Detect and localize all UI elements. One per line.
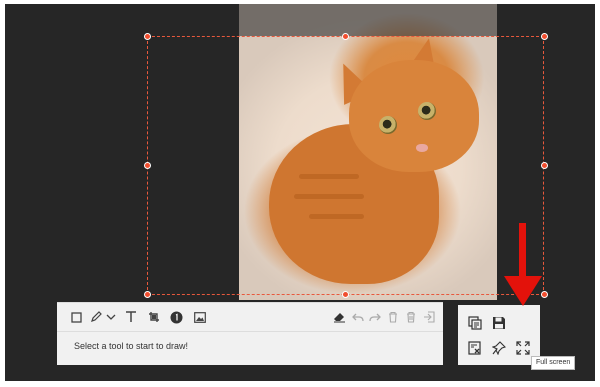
number-tool[interactable] bbox=[168, 309, 184, 325]
annotation-arrow-head bbox=[504, 276, 542, 306]
resize-handle-right[interactable] bbox=[541, 162, 548, 169]
save-button[interactable] bbox=[490, 314, 508, 332]
delete-button[interactable] bbox=[385, 309, 401, 325]
annotation-arrow-shaft bbox=[519, 223, 526, 279]
floppy-icon bbox=[493, 317, 505, 329]
text-icon bbox=[126, 311, 136, 322]
pen-tool[interactable] bbox=[88, 309, 104, 325]
copy-button[interactable] bbox=[466, 314, 484, 332]
hint-text: Select a tool to start to draw! bbox=[74, 341, 189, 351]
resize-handle-bottom-right[interactable] bbox=[541, 291, 548, 298]
numbered-marker-icon bbox=[170, 311, 182, 323]
exit-icon bbox=[424, 311, 435, 323]
drawing-toolbar: Select a tool to start to draw! bbox=[57, 302, 443, 365]
tool-row bbox=[57, 303, 443, 332]
resize-handle-bottom-left[interactable] bbox=[144, 291, 151, 298]
close-image-icon bbox=[468, 341, 481, 355]
undo-icon bbox=[352, 313, 364, 321]
dimmed-outside-region bbox=[239, 4, 497, 36]
undo-button[interactable] bbox=[350, 309, 366, 325]
fullscreen-button[interactable] bbox=[514, 339, 532, 357]
eraser-icon bbox=[333, 313, 345, 323]
exit-button[interactable] bbox=[421, 309, 437, 325]
rectangle-icon bbox=[70, 311, 82, 323]
image-tool[interactable] bbox=[192, 309, 208, 325]
eraser-button[interactable] bbox=[331, 309, 347, 325]
redo-button[interactable] bbox=[367, 309, 383, 325]
close-image-button[interactable] bbox=[466, 339, 484, 357]
resize-handle-top[interactable] bbox=[342, 33, 349, 40]
redo-icon bbox=[369, 313, 381, 321]
resize-handle-bottom[interactable] bbox=[342, 291, 349, 298]
pin-icon bbox=[492, 341, 506, 355]
resize-handle-left[interactable] bbox=[144, 162, 151, 169]
text-tool[interactable] bbox=[123, 309, 139, 325]
trash-icon bbox=[389, 311, 397, 323]
chevron-down-icon bbox=[106, 314, 116, 320]
fullscreen-tooltip: Full screen bbox=[531, 356, 576, 370]
pen-icon bbox=[91, 311, 102, 322]
copy-icon bbox=[468, 316, 482, 330]
resize-handle-top-left[interactable] bbox=[144, 33, 151, 40]
image-icon bbox=[194, 311, 206, 323]
pen-options[interactable] bbox=[103, 309, 119, 325]
crop-tool[interactable] bbox=[146, 309, 162, 325]
pin-button[interactable] bbox=[490, 339, 508, 357]
selection-rectangle[interactable] bbox=[147, 36, 544, 295]
crop-icon bbox=[149, 312, 159, 322]
rectangle-tool[interactable] bbox=[68, 309, 84, 325]
trash-all-icon bbox=[407, 311, 415, 323]
action-panel bbox=[458, 305, 540, 365]
resize-handle-top-right[interactable] bbox=[541, 33, 548, 40]
fullscreen-icon bbox=[516, 341, 530, 355]
clear-button[interactable] bbox=[403, 309, 419, 325]
